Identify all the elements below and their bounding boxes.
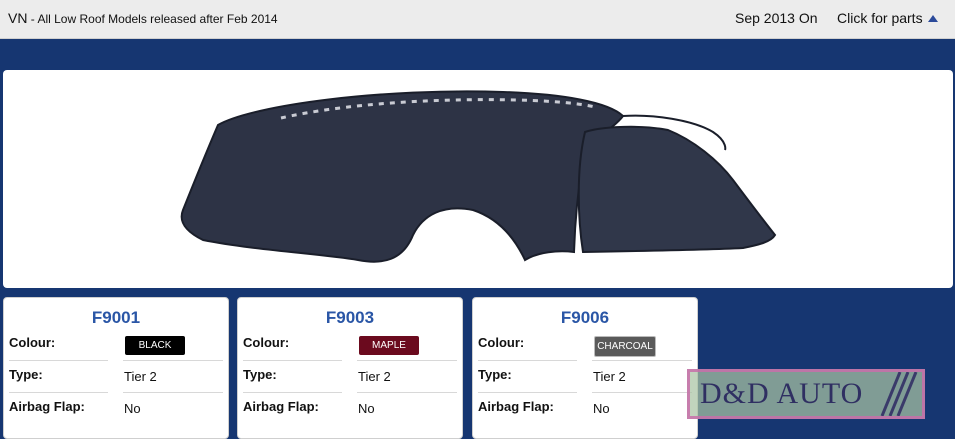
logo-stripes-icon [880, 372, 918, 416]
type-label: Type: [243, 367, 277, 382]
colour-row: Colour: CHARCOAL [473, 329, 697, 361]
colour-label: Colour: [243, 335, 290, 350]
type-value: Tier 2 [358, 369, 391, 384]
date-range: Sep 2013 On [735, 10, 818, 26]
colour-badge: BLACK [125, 336, 185, 355]
airbag-label: Airbag Flap: [478, 399, 554, 414]
header-bar: VN - All Low Roof Models released after … [0, 0, 955, 39]
colour-row: Colour: BLACK [4, 329, 228, 361]
airbag-value: No [358, 401, 375, 416]
type-label: Type: [9, 367, 43, 382]
colour-label: Colour: [9, 335, 56, 350]
caret-up-icon[interactable] [927, 15, 938, 22]
airbag-label: Airbag Flap: [9, 399, 85, 414]
colour-badge: CHARCOAL [594, 336, 656, 357]
product-image-panel [3, 70, 953, 288]
dashmat-main [180, 90, 625, 263]
dashmat-airbag-flap [577, 125, 777, 254]
product-code[interactable]: F9006 [473, 308, 697, 328]
dd-auto-logo: D&D AUTO [687, 369, 925, 419]
colour-row: Colour: MAPLE [238, 329, 462, 361]
product-card[interactable]: F9001 Colour: BLACK Type: Tier 2 Airbag … [3, 297, 229, 439]
airbag-value: No [124, 401, 141, 416]
parts-link-label[interactable]: Click for parts [837, 10, 923, 26]
model-code: VN [8, 10, 28, 26]
parts-toggle[interactable]: Click for parts [837, 10, 938, 26]
type-row: Type: Tier 2 [473, 361, 697, 393]
airbag-row: Airbag Flap: No [238, 393, 462, 425]
airbag-value: No [593, 401, 610, 416]
airbag-label: Airbag Flap: [243, 399, 319, 414]
type-row: Type: Tier 2 [238, 361, 462, 393]
type-row: Type: Tier 2 [4, 361, 228, 393]
airbag-row: Airbag Flap: No [4, 393, 228, 425]
colour-badge: MAPLE [359, 336, 419, 355]
model-title: VN - All Low Roof Models released after … [8, 10, 278, 26]
type-value: Tier 2 [124, 369, 157, 384]
airbag-row: Airbag Flap: No [473, 393, 697, 425]
type-value: Tier 2 [593, 369, 626, 384]
product-code[interactable]: F9001 [4, 308, 228, 328]
product-card[interactable]: F9003 Colour: MAPLE Type: Tier 2 Airbag … [237, 297, 463, 439]
logo-text: D&D AUTO [700, 377, 864, 410]
colour-label: Colour: [478, 335, 525, 350]
product-code[interactable]: F9003 [238, 308, 462, 328]
model-description: - All Low Roof Models released after Feb… [27, 12, 278, 26]
dashmat-image [180, 90, 777, 263]
product-card[interactable]: F9006 Colour: CHARCOAL Type: Tier 2 Airb… [472, 297, 698, 439]
type-label: Type: [478, 367, 512, 382]
